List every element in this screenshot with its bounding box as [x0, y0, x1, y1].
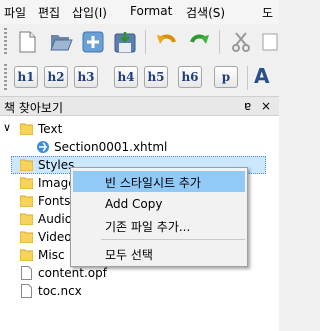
tree-item-label: Text	[38, 122, 63, 136]
menu-search[interactable]: 검색(S)	[186, 4, 225, 21]
menu-item-label: Add Copy	[105, 197, 163, 211]
tree-item-label: Section0001.xhtml	[54, 140, 168, 154]
menu-item-select-all[interactable]: 모두 선택	[73, 243, 245, 264]
menu-item-label: 모두 선택	[105, 248, 153, 262]
folder-icon	[19, 122, 34, 136]
toolbar-grip[interactable]	[4, 64, 7, 92]
tree-item-label: Audio	[38, 212, 73, 226]
float-panel-icon[interactable]: ɐ	[244, 99, 251, 113]
tree-item-label: Styles	[38, 158, 75, 172]
open-folder-icon	[49, 31, 73, 53]
menu-tools[interactable]: 도	[262, 4, 273, 21]
toolbar-separator	[145, 30, 146, 54]
context-menu: 빈 스타일시트 추가 Add Copy 기존 파일 추가... 모두 선택	[70, 167, 248, 267]
redo-button[interactable]	[186, 29, 212, 55]
tree-item-label: content.opf	[38, 266, 107, 280]
heading3-button[interactable]: h3	[74, 66, 98, 88]
toolbar-grip[interactable]	[4, 28, 7, 56]
undo-button[interactable]	[154, 29, 180, 55]
new-file-icon	[17, 31, 37, 53]
menu-item-add-blank-stylesheet[interactable]: 빈 스타일시트 추가	[73, 171, 245, 192]
heading4-button[interactable]: h4	[114, 66, 138, 88]
add-button[interactable]	[80, 29, 106, 55]
folder-icon	[19, 248, 34, 262]
menu-format[interactable]: Format	[130, 4, 172, 18]
tree-item-text[interactable]: ∨ Text	[0, 120, 279, 138]
cut-button[interactable]	[228, 29, 254, 55]
tree-item-toc-ncx[interactable]: toc.ncx	[0, 282, 279, 300]
font-style-icon[interactable]: A	[254, 64, 269, 88]
menu-item-label: 빈 스타일시트 추가	[105, 176, 201, 190]
paragraph-button[interactable]: p	[214, 66, 238, 88]
folder-icon	[19, 212, 34, 226]
file-icon	[21, 266, 32, 280]
close-panel-icon[interactable]: ×	[261, 99, 271, 113]
folder-icon	[19, 194, 34, 208]
tree-item-label: toc.ncx	[38, 284, 82, 298]
save-icon	[114, 31, 136, 53]
heading2-button[interactable]: h2	[44, 66, 68, 88]
book-browser-titlebar: 책 찾아보기 ɐ ×	[0, 96, 279, 116]
menu-edit[interactable]: 편집	[38, 4, 60, 21]
new-file-button[interactable]	[14, 29, 40, 55]
menu-item-label: 기존 파일 추가...	[105, 220, 191, 234]
folder-icon	[19, 176, 34, 190]
tree-item-label: Fonts	[38, 194, 71, 208]
toolbar-separator	[219, 30, 220, 54]
copy-button[interactable]	[260, 29, 279, 55]
open-button[interactable]	[48, 29, 74, 55]
folder-icon	[19, 158, 34, 172]
toolbar-separator	[247, 66, 248, 90]
main-toolbar	[0, 24, 279, 60]
scissors-icon	[230, 31, 252, 53]
expand-chevron-icon[interactable]: ∨	[3, 121, 11, 134]
menu-item-add-existing-files[interactable]: 기존 파일 추가...	[73, 215, 245, 236]
menu-item-add-copy[interactable]: Add Copy	[73, 194, 245, 215]
tree-item-label: Misc	[38, 248, 65, 262]
tree-item-label: Video	[38, 230, 72, 244]
heading5-button[interactable]: h5	[144, 66, 168, 88]
copy-icon	[260, 31, 279, 53]
heading-toolbar: h1 h2 h3 h4 h5 h6 p A	[0, 60, 279, 96]
tree-item-section0001[interactable]: Section0001.xhtml	[0, 138, 279, 156]
add-icon	[82, 31, 104, 53]
menu-insert[interactable]: 삽입(I)	[72, 4, 107, 21]
menu-file[interactable]: 파일	[4, 4, 26, 21]
file-icon	[21, 284, 32, 298]
menu-divider	[101, 239, 245, 240]
undo-icon	[156, 31, 178, 53]
folder-icon	[19, 230, 34, 244]
heading1-button[interactable]: h1	[14, 66, 38, 88]
save-button[interactable]	[112, 29, 138, 55]
panel-title: 책 찾아보기	[4, 101, 64, 115]
redo-icon	[188, 31, 210, 53]
heading6-button[interactable]: h6	[178, 66, 202, 88]
xhtml-file-icon	[36, 140, 50, 154]
menu-bar: 파일 편집 삽입(I) Format 검색(S) 도	[0, 0, 279, 24]
